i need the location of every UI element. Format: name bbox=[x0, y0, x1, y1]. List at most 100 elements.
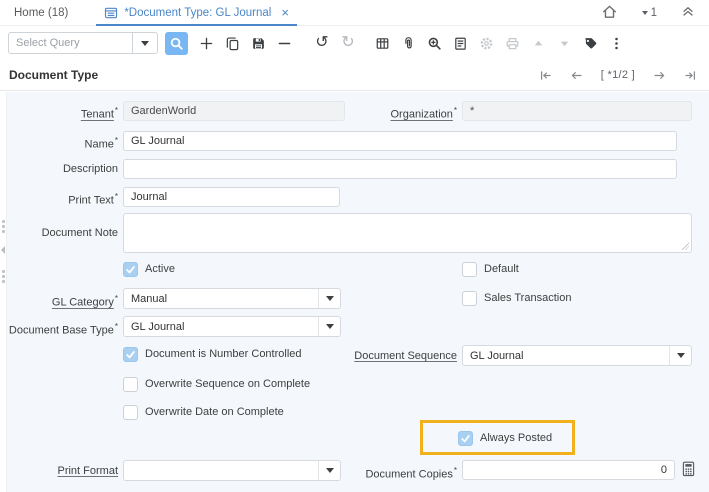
undo-button[interactable]: ↺ bbox=[311, 32, 334, 55]
arrow-right-icon bbox=[653, 69, 666, 82]
collapse-west-icon[interactable] bbox=[1, 246, 5, 254]
last-record-button[interactable] bbox=[684, 69, 697, 82]
document-note-label: Document Note bbox=[6, 223, 118, 243]
document-sequence-label[interactable]: Document Sequence bbox=[350, 346, 457, 366]
tenant-label[interactable]: Tenant* bbox=[6, 101, 118, 125]
save-button[interactable] bbox=[247, 32, 270, 55]
tab-home-label: Home (18) bbox=[14, 7, 68, 19]
gl-category-select[interactable]: Manual bbox=[123, 288, 341, 309]
overwrite-date-checkbox[interactable] bbox=[123, 405, 138, 420]
default-label: Default bbox=[484, 262, 519, 277]
collapse-header-icon[interactable] bbox=[681, 4, 695, 21]
window-tab-icon bbox=[104, 6, 118, 20]
name-field[interactable] bbox=[123, 131, 677, 151]
toolbar: ↺ ↻ bbox=[0, 26, 709, 60]
chevron-down-icon bbox=[642, 11, 648, 15]
print-format-select[interactable] bbox=[123, 460, 341, 481]
window-count-dropdown[interactable]: 1 bbox=[642, 7, 657, 19]
document-note-field[interactable] bbox=[123, 213, 692, 253]
find-button[interactable] bbox=[165, 32, 188, 55]
gear-icon bbox=[479, 36, 494, 51]
splitter-grip[interactable] bbox=[2, 270, 5, 283]
form-panel: Tenant* Organization* Name* Description … bbox=[0, 92, 709, 492]
copy-record-button[interactable] bbox=[221, 32, 244, 55]
document-copies-label: Document Copies* bbox=[350, 461, 457, 485]
more-actions-button[interactable] bbox=[605, 32, 628, 55]
header-actions: 1 bbox=[601, 3, 695, 23]
document-sequence-select[interactable]: GL Journal bbox=[462, 345, 692, 366]
record-navigation: [ *1/2 ] bbox=[539, 69, 697, 82]
minus-icon bbox=[277, 36, 292, 51]
zoom-plus-icon bbox=[427, 36, 442, 51]
gl-category-dropdown-button[interactable] bbox=[318, 289, 340, 308]
detail-record-button[interactable] bbox=[553, 32, 576, 55]
number-controlled-checkbox[interactable] bbox=[123, 347, 138, 362]
chevron-down-icon bbox=[141, 41, 149, 46]
description-field[interactable] bbox=[123, 159, 677, 179]
chevron-down-icon bbox=[326, 324, 334, 329]
print-format-dropdown-button[interactable] bbox=[318, 461, 340, 480]
undo-icon: ↺ bbox=[315, 35, 328, 51]
always-posted-label: Always Posted bbox=[480, 431, 552, 446]
print-text-field[interactable] bbox=[123, 187, 340, 207]
tenant-field[interactable] bbox=[123, 101, 345, 121]
previous-record-button[interactable] bbox=[570, 69, 583, 82]
number-controlled-label: Document is Number Controlled bbox=[145, 347, 302, 362]
document-copies-field[interactable] bbox=[462, 460, 675, 480]
sales-transaction-checkbox[interactable] bbox=[462, 291, 477, 306]
chevron-down-icon bbox=[677, 353, 685, 358]
sales-transaction-label: Sales Transaction bbox=[484, 291, 571, 306]
printer-icon bbox=[505, 36, 520, 51]
active-checkbox[interactable] bbox=[123, 262, 138, 277]
ellipsis-vertical-icon bbox=[609, 36, 624, 51]
application-window: Home (18) *Document Type: GL Journal × 1 bbox=[0, 0, 709, 492]
first-record-button[interactable] bbox=[539, 69, 552, 82]
tab-document-type[interactable]: *Document Type: GL Journal × bbox=[96, 0, 297, 25]
tab-home[interactable]: Home (18) bbox=[14, 7, 68, 19]
default-checkbox[interactable] bbox=[462, 262, 477, 277]
process-button[interactable] bbox=[475, 32, 498, 55]
overwrite-date-label: Overwrite Date on Complete bbox=[145, 405, 284, 420]
gl-category-label[interactable]: GL Category* bbox=[6, 289, 118, 313]
overwrite-sequence-label: Overwrite Sequence on Complete bbox=[145, 377, 310, 392]
organization-label[interactable]: Organization* bbox=[350, 101, 457, 125]
calculator-icon bbox=[682, 461, 695, 477]
parent-record-button[interactable] bbox=[527, 32, 550, 55]
close-tab-icon[interactable]: × bbox=[281, 6, 289, 19]
toggle-grid-button[interactable] bbox=[371, 32, 394, 55]
organization-field[interactable] bbox=[462, 101, 692, 121]
select-query-dropdown-button[interactable] bbox=[132, 33, 157, 53]
delete-record-button[interactable] bbox=[273, 32, 296, 55]
splitter-grip[interactable] bbox=[2, 220, 5, 233]
caret-down-icon bbox=[559, 38, 570, 49]
always-posted-checkbox[interactable] bbox=[458, 431, 473, 446]
print-format-label[interactable]: Print Format bbox=[6, 461, 118, 481]
report-button[interactable] bbox=[449, 32, 472, 55]
arrow-left-icon bbox=[570, 69, 583, 82]
document-sequence-dropdown-button[interactable] bbox=[669, 346, 691, 365]
attachment-button[interactable] bbox=[397, 32, 420, 55]
label-button[interactable] bbox=[579, 32, 602, 55]
next-record-button[interactable] bbox=[653, 69, 666, 82]
grid-icon bbox=[375, 36, 390, 51]
record-indicator: [ *1/2 ] bbox=[601, 69, 635, 81]
description-label: Description bbox=[6, 159, 118, 179]
select-query-input[interactable] bbox=[9, 37, 132, 49]
last-record-icon bbox=[684, 69, 697, 82]
copy-icon bbox=[225, 36, 240, 51]
zoom-across-button[interactable] bbox=[423, 32, 446, 55]
paperclip-icon bbox=[401, 36, 416, 51]
calculator-button[interactable] bbox=[680, 459, 696, 478]
check-icon bbox=[125, 349, 136, 360]
workspace-number: 1 bbox=[651, 7, 657, 19]
document-base-type-select[interactable]: GL Journal bbox=[123, 316, 341, 337]
home-icon[interactable] bbox=[601, 3, 618, 23]
requery-button[interactable]: ↻ bbox=[337, 32, 360, 55]
overwrite-sequence-checkbox[interactable] bbox=[123, 377, 138, 392]
document-base-type-dropdown-button[interactable] bbox=[318, 317, 340, 336]
check-icon bbox=[125, 264, 136, 275]
print-button[interactable] bbox=[501, 32, 524, 55]
chevron-down-icon bbox=[326, 296, 334, 301]
title-bar: Document Type [ *1/2 ] bbox=[0, 60, 709, 91]
new-record-button[interactable] bbox=[195, 32, 218, 55]
